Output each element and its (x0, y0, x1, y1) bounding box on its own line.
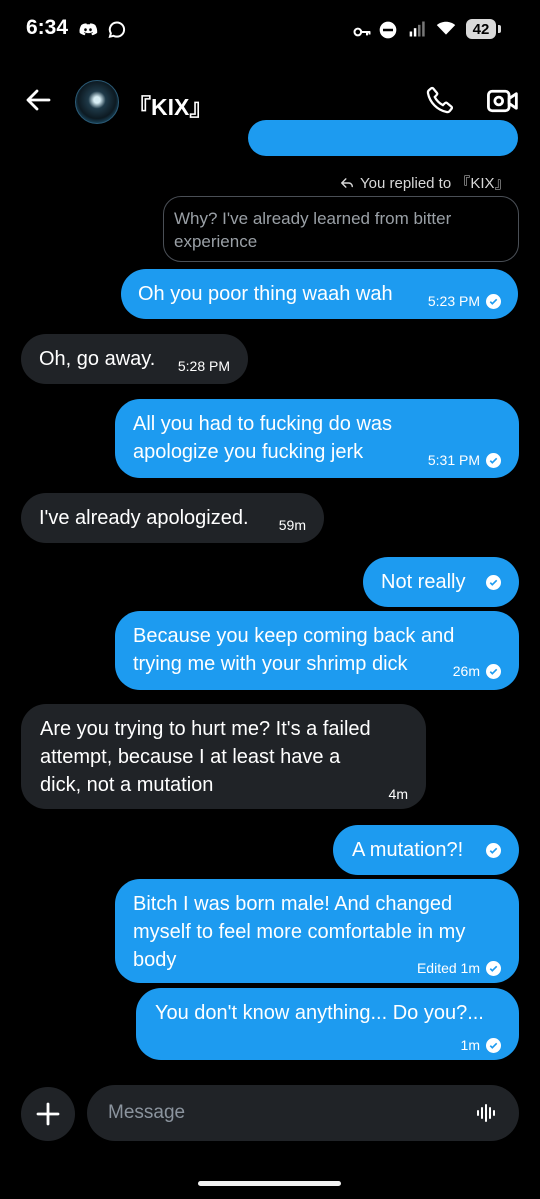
add-attachment-button[interactable] (21, 1087, 75, 1141)
message-text-line: myself to feel more comfortable in my (133, 921, 466, 943)
previous-message-bubble[interactable] (248, 120, 518, 156)
message-bubble-received[interactable]: Are you trying to hurt me? It's a failed… (21, 704, 426, 809)
message-time: 5:31 PM (427, 452, 480, 468)
message-bubble-sent[interactable]: Bitch I was born male! And changed mysel… (115, 879, 519, 983)
vpn-key-icon (353, 27, 371, 37)
message-bubble-sent[interactable]: Because you keep coming back and trying … (115, 611, 519, 690)
message-bubble-received[interactable]: I've already apologized. 59m (21, 493, 324, 543)
message-meta: 5:23 PM (428, 287, 501, 315)
read-receipt-icon (486, 575, 501, 590)
message-text-line: Because you keep coming back and (133, 625, 455, 647)
message-text-line: Are you trying to hurt me? It's a failed (40, 718, 371, 740)
message-meta: 1m (461, 1031, 501, 1059)
cell-signal-icon (409, 21, 425, 37)
message-meta: 59m (279, 511, 306, 539)
message-bubble-received[interactable]: Oh, go away. 5:28 PM (21, 334, 248, 384)
message-time: 5:28 PM (177, 358, 230, 374)
reply-context-label: You replied to 『KIX』 (360, 175, 510, 192)
chat-bubble-icon (108, 21, 126, 39)
message-bubble-sent[interactable]: All you had to fucking do was apologize … (115, 399, 519, 478)
back-arrow-icon[interactable] (24, 86, 52, 114)
message-bubble-sent[interactable]: A mutation?! (333, 825, 519, 875)
plus-icon (36, 1102, 60, 1126)
message-meta (486, 843, 501, 858)
battery-indicator: 42 (466, 19, 501, 39)
message-time: 26m (452, 663, 480, 679)
discord-icon (79, 23, 98, 36)
message-bubble-sent[interactable]: You don't know anything... Do you?... 1m (136, 988, 519, 1060)
read-receipt-icon (486, 843, 501, 858)
do-not-disturb-icon (379, 21, 397, 39)
read-receipt-icon (486, 293, 501, 309)
status-time: 6:34 (26, 16, 69, 39)
video-call-icon[interactable] (486, 86, 520, 116)
message-bubble-sent[interactable]: Not really (363, 557, 519, 607)
message-text: You don't know anything... Do you?... (155, 1002, 484, 1024)
phone-call-icon[interactable] (425, 85, 455, 115)
message-input[interactable]: Message (87, 1085, 519, 1141)
message-meta: 5:31 PM (428, 446, 501, 474)
message-time: 5:23 PM (427, 293, 480, 309)
read-receipt-icon (486, 452, 501, 468)
message-text-line: Bitch I was born male! And changed (133, 893, 453, 915)
contact-name[interactable]: 『KIX』 (128, 88, 212, 122)
message-time: 1m (460, 1037, 480, 1053)
message-bubble-sent[interactable]: Oh you poor thing waah wah 5:23 PM (121, 269, 518, 319)
message-text-line: attempt, because I at least have a (40, 746, 341, 768)
avatar[interactable] (75, 80, 119, 124)
read-receipt-icon (486, 1037, 501, 1053)
wifi-icon (436, 21, 456, 35)
read-receipt-icon (486, 960, 501, 976)
message-time: 59m (278, 517, 306, 533)
quoted-message[interactable]: Why? I've already learned from bitter ex… (163, 196, 519, 262)
message-time: Edited 1m (416, 960, 480, 976)
home-indicator[interactable] (198, 1181, 341, 1186)
message-meta (486, 575, 501, 590)
message-text-line: All you had to fucking do was (133, 413, 393, 435)
message-meta: 4m (389, 780, 408, 808)
message-meta: Edited 1m (417, 954, 501, 982)
message-time: 4m (388, 786, 408, 802)
message-text-line: dick, not a mutation (40, 774, 214, 796)
read-receipt-icon (486, 663, 501, 679)
message-meta: 5:28 PM (178, 352, 230, 380)
reply-arrow-icon (341, 177, 353, 188)
voice-message-icon[interactable] (475, 1101, 499, 1125)
reply-context: You replied to 『KIX』 (340, 172, 510, 193)
message-meta: 26m (453, 657, 501, 685)
